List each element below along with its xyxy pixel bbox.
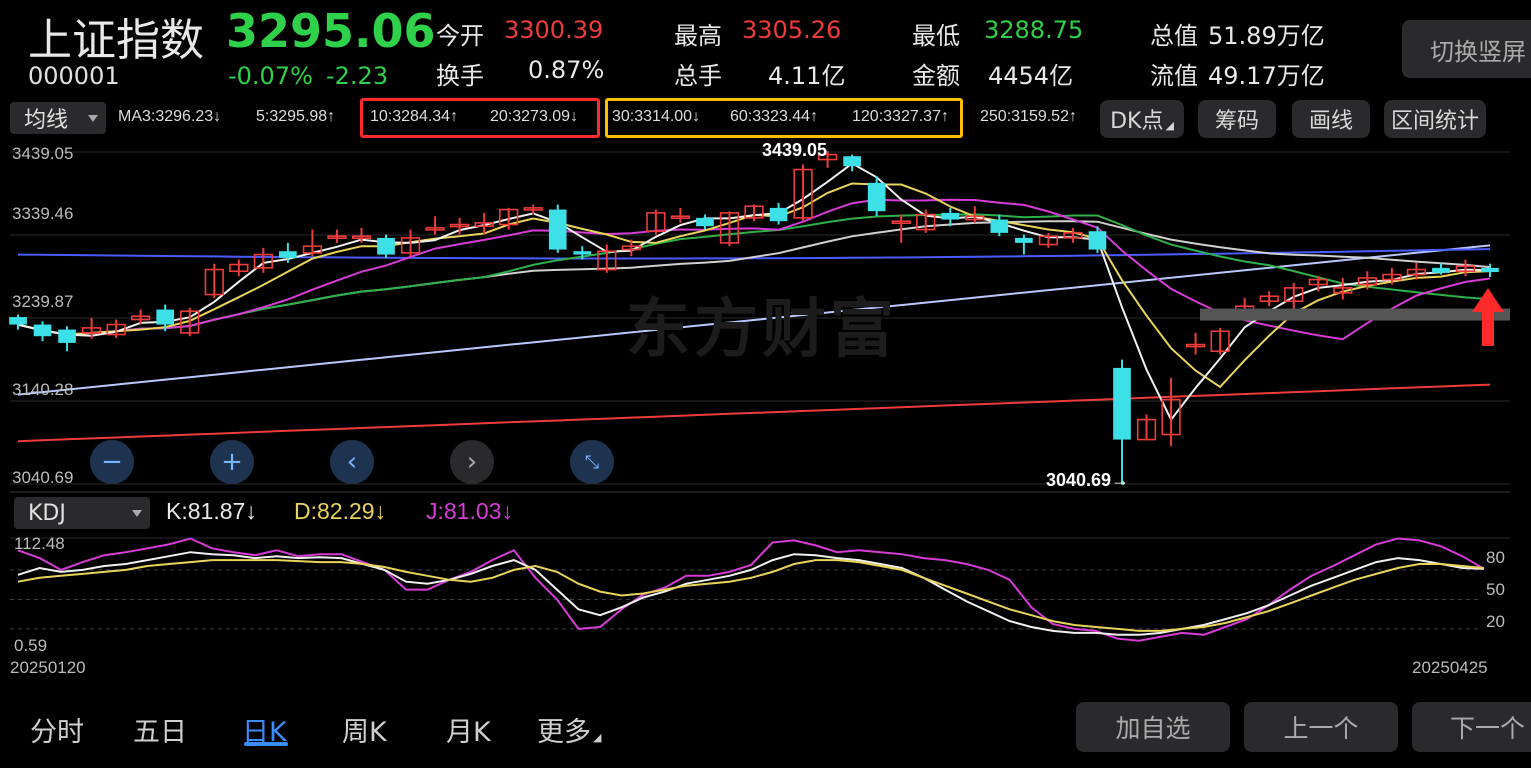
stat-high-value: 3305.26 <box>742 16 842 44</box>
tab-five-day[interactable]: 五日 <box>133 710 187 749</box>
candle <box>279 251 297 258</box>
draw-line-button[interactable]: 画线 <box>1292 100 1370 138</box>
y-label-4: 3140.28 <box>12 380 74 399</box>
stat-float-cap-value: 49.17万亿 <box>1208 62 1325 90</box>
stat-amount-label: 金额 <box>912 62 960 90</box>
chips-button[interactable]: 筹码 <box>1198 100 1276 138</box>
candle <box>769 207 788 222</box>
chevron-left-icon[interactable]: ‹ <box>330 440 374 484</box>
add-watchlist-button[interactable]: 加自选 <box>1076 702 1230 752</box>
chevron-right-icon[interactable]: › <box>450 440 494 484</box>
candle <box>1088 231 1107 250</box>
kdj-level-20: 20 <box>1486 612 1505 631</box>
kdj-d-value: D:82.29↓ <box>294 498 387 524</box>
zoom-in-icon[interactable]: + <box>210 440 254 484</box>
indicator-selector-label: KDJ <box>28 500 66 526</box>
change-percent: -0.07% <box>228 62 313 90</box>
stat-float-cap-label: 流值 <box>1150 62 1198 90</box>
candle <box>941 212 960 220</box>
current-price: 3295.06 <box>226 4 436 58</box>
stat-total-cap-label: 总值 <box>1150 22 1198 50</box>
candle <box>573 251 592 255</box>
tab-monthly-k[interactable]: 月K <box>446 710 491 749</box>
candle <box>33 324 52 337</box>
kdj-j-value: J:81.03↓ <box>426 498 513 524</box>
candle <box>1432 267 1450 273</box>
date-start: 20250120 <box>10 658 86 677</box>
high-annotation: 3439.05 <box>762 140 828 160</box>
watermark: 东方财富 <box>626 293 898 367</box>
ma250-value: 250:3159.52↑ <box>980 108 1077 125</box>
date-end: 20250425 <box>1412 658 1488 677</box>
support-band <box>1200 308 1510 321</box>
tab-more[interactable]: 更多 ◢ <box>537 710 601 749</box>
y-label-5: 3040.69 <box>12 468 74 487</box>
kdj-k-value: K:81.87↓ <box>166 498 257 524</box>
collapse-icon[interactable]: ⤡ <box>570 440 614 484</box>
kdj-chart[interactable] <box>0 530 1531 660</box>
zoom-out-icon[interactable]: − <box>90 440 134 484</box>
kdj-level-80: 80 <box>1486 548 1505 567</box>
ma250-line <box>17 383 1491 443</box>
stat-open-value: 3300.39 <box>504 16 604 44</box>
indicator-selector-dropdown[interactable]: KDJ <box>14 497 150 529</box>
ma3-value: MA3:3296.23↓ <box>118 108 222 125</box>
y-label-2: 3339.46 <box>12 204 74 223</box>
active-tab-indicator <box>244 742 288 746</box>
stat-low-label: 最低 <box>912 22 960 50</box>
tab-weekly-k[interactable]: 周K <box>342 710 387 749</box>
y-label-1: 3439.05 <box>12 144 74 163</box>
next-button[interactable]: 下一个 <box>1412 702 1531 752</box>
candle <box>377 237 395 255</box>
stat-amount-value: 4454亿 <box>988 62 1074 90</box>
tab-intraday[interactable]: 分时 <box>30 710 84 749</box>
ma-selector-label: 均线 <box>24 108 69 133</box>
arrow-up-icon <box>1472 288 1504 346</box>
stat-open-label: 今开 <box>436 22 484 50</box>
kdj-level-50: 50 <box>1486 580 1505 599</box>
kdj-y-bottom: 0.59 <box>14 636 48 655</box>
y-label-3: 3239.87 <box>12 292 74 311</box>
ma-selector-dropdown[interactable]: 均线 <box>10 102 106 134</box>
candle <box>843 156 861 167</box>
ma10-value: 10:3284.34↑ <box>370 108 459 125</box>
candle <box>867 182 886 212</box>
candle <box>548 209 567 250</box>
candle <box>1481 267 1499 273</box>
candle <box>696 217 714 227</box>
chevron-down-icon <box>132 510 142 517</box>
stat-total-cap-value: 51.89万亿 <box>1208 22 1325 50</box>
stat-high-label: 最高 <box>674 22 722 50</box>
stat-turnover-label: 换手 <box>436 62 484 90</box>
candle <box>1113 367 1131 440</box>
index-code: 000001 <box>28 62 120 90</box>
kdj-y-top: 112.48 <box>14 534 65 553</box>
candle <box>156 309 175 325</box>
ma5-value: 5:3295.98↑ <box>256 108 336 125</box>
previous-button[interactable]: 上一个 <box>1244 702 1398 752</box>
low-annotation: 3040.69→ <box>1046 470 1130 490</box>
ma30-value: 30:3314.00↓ <box>612 108 701 125</box>
kdj-j-line <box>17 537 1485 642</box>
change-value: -2.23 <box>326 62 389 90</box>
ma20-value: 20:3273.09↓ <box>490 108 579 125</box>
stat-volume-label: 总手 <box>674 62 722 90</box>
stat-low-value: 3288.75 <box>984 16 1084 44</box>
range-stats-button[interactable]: 区间统计 <box>1384 100 1486 138</box>
stat-volume-value: 4.11亿 <box>768 62 846 90</box>
candle <box>1015 237 1033 243</box>
candle <box>58 329 76 343</box>
chevron-down-icon <box>88 115 98 122</box>
dk-point-button[interactable]: DK点 ◢ <box>1100 100 1184 138</box>
ma60-value: 60:3323.44↑ <box>730 108 819 125</box>
candle <box>990 219 1009 233</box>
switch-portrait-button[interactable]: 切换竖屏 <box>1402 20 1531 78</box>
candle <box>9 317 27 325</box>
index-title: 上证指数 <box>28 15 204 66</box>
ma120-value: 120:3327.37↑ <box>852 108 949 125</box>
stat-turnover-value: 0.87% <box>528 56 605 84</box>
